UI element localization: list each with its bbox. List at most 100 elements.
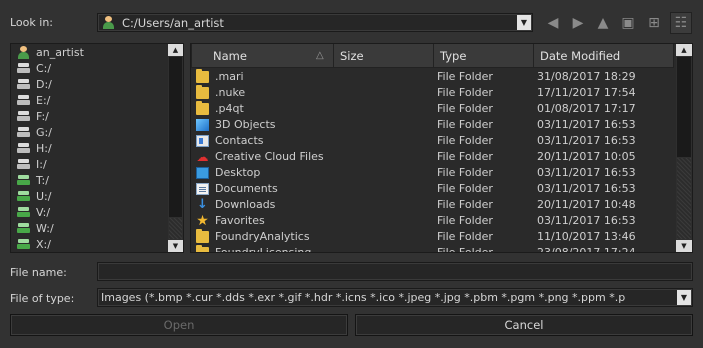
file-type-cell: File Folder (437, 150, 493, 163)
detail-view-icon[interactable]: ☷ (670, 12, 692, 34)
file-date-cell: 31/08/2017 18:29 (537, 70, 636, 83)
cancel-button[interactable]: Cancel (355, 314, 693, 336)
scroll-up-icon[interactable]: ▲ (168, 44, 183, 56)
file-name-cell: Desktop (215, 166, 261, 179)
favorites-icon: ★ (196, 213, 209, 229)
file-type-cell: File Folder (437, 118, 493, 131)
chevron-down-icon[interactable]: ▼ (517, 15, 531, 30)
file-type-select[interactable]: Images (*.bmp *.cur *.dds *.exr *.gif *.… (97, 288, 693, 307)
chevron-down-icon[interactable]: ▼ (677, 290, 691, 305)
sidebar-item[interactable]: U:/ (17, 189, 51, 205)
folder-icon (196, 85, 209, 99)
drive-icon (17, 79, 30, 89)
table-row[interactable]: 3D Objects File Folder 03/11/2017 16:53 (191, 117, 674, 133)
column-header-name[interactable]: Name △ (191, 44, 334, 68)
drive-icon (17, 127, 30, 137)
table-row[interactable]: .p4qt File Folder 01/08/2017 17:17 (191, 101, 674, 117)
contacts-icon (196, 135, 209, 147)
sidebar-item[interactable]: F:/ (17, 109, 49, 125)
file-name-cell: FoundryAnalytics (215, 230, 310, 243)
column-header-date[interactable]: Date Modified (534, 44, 674, 68)
new-folder-icon[interactable]: ▣ (619, 14, 637, 32)
table-row[interactable]: Desktop File Folder 03/11/2017 16:53 (191, 165, 674, 181)
open-button[interactable]: Open (10, 314, 348, 336)
file-name-cell: Downloads (215, 198, 276, 211)
table-row[interactable]: Contacts File Folder 03/11/2017 16:53 (191, 133, 674, 149)
drive-icon (17, 111, 30, 121)
network-drive-icon (17, 175, 30, 185)
folder-icon (196, 101, 209, 115)
file-name-label: File name: (10, 266, 67, 279)
scroll-thumb[interactable] (169, 57, 182, 217)
file-list-scrollbar[interactable]: ▲ ▼ (676, 44, 692, 252)
table-row[interactable]: ☁ Creative Cloud Files File Folder 20/11/20… (191, 149, 674, 165)
table-row[interactable]: .nuke File Folder 17/11/2017 17:54 (191, 85, 674, 101)
desktop-icon (196, 167, 209, 179)
sidebar-item-label: X:/ (36, 238, 51, 251)
file-date-cell: 03/11/2017 16:53 (537, 118, 636, 131)
network-drive-icon (17, 207, 30, 217)
drive-icon (17, 95, 30, 105)
back-icon[interactable]: ◀ (544, 14, 562, 32)
table-row[interactable]: FoundryLicensing File Folder 23/08/2017 17… (191, 245, 674, 252)
file-type-label: File of type: (10, 292, 75, 305)
scroll-up-icon[interactable]: ▲ (676, 44, 692, 56)
sidebar-item-label: D:/ (36, 78, 52, 91)
column-header-size[interactable]: Size (334, 44, 434, 68)
table-row[interactable]: .mari File Folder 31/08/2017 18:29 (191, 69, 674, 85)
sidebar-item[interactable]: X:/ (17, 237, 51, 252)
look-in-combo[interactable]: C:/Users/an_artist ▼ (97, 13, 533, 32)
file-name-input[interactable] (97, 262, 693, 281)
sidebar-item[interactable]: C:/ (17, 61, 51, 77)
file-name-cell: .p4qt (215, 102, 244, 115)
file-name-cell: Contacts (215, 134, 264, 147)
file-type-cell: File Folder (437, 182, 493, 195)
column-header-type[interactable]: Type (434, 44, 534, 68)
forward-icon[interactable]: ▶ (569, 14, 587, 32)
sidebar-item[interactable]: H:/ (17, 141, 52, 157)
folder-icon (196, 229, 209, 243)
look-in-path: C:/Users/an_artist (122, 16, 224, 30)
sidebar-item[interactable]: T:/ (17, 173, 49, 189)
sidebar-item-label: W:/ (36, 222, 54, 235)
sidebar-item-label: V:/ (36, 206, 51, 219)
file-name-cell: .nuke (215, 86, 246, 99)
sidebar-item-label: I:/ (36, 158, 47, 171)
network-drive-icon (17, 223, 30, 233)
list-view-icon[interactable]: ⊞ (645, 14, 663, 32)
file-type-cell: File Folder (437, 134, 493, 147)
up-folder-icon[interactable]: ▲ (594, 14, 612, 32)
file-type-cell: File Folder (437, 214, 493, 227)
drive-icon (17, 63, 30, 73)
file-type-cell: File Folder (437, 86, 493, 99)
file-list: Name △ Size Type Date Modified .mari File… (190, 43, 693, 253)
sidebar-item-label: G:/ (36, 126, 52, 139)
sidebar: an_artist C:/ D:/ E:/ F:/ G:/ H:/ I:/ T:/ U:/ V:/ W… (10, 43, 184, 253)
file-type-cell: File Folder (437, 102, 493, 115)
sidebar-scrollbar[interactable]: ▲ ▼ (168, 44, 183, 252)
sidebar-item[interactable]: I:/ (17, 157, 47, 173)
sidebar-item-label: E:/ (36, 94, 51, 107)
documents-icon (196, 183, 209, 195)
file-type-cell: File Folder (437, 70, 493, 83)
scroll-down-icon[interactable]: ▼ (676, 240, 692, 252)
scroll-down-icon[interactable]: ▼ (168, 240, 183, 252)
file-type-cell: File Folder (437, 230, 493, 243)
sidebar-item[interactable]: E:/ (17, 93, 50, 109)
sidebar-item[interactable]: W:/ (17, 221, 54, 237)
drive-icon (17, 159, 30, 169)
sidebar-item[interactable]: G:/ (17, 125, 52, 141)
file-date-cell: 03/11/2017 16:53 (537, 214, 636, 227)
downloads-icon: ↓ (197, 197, 208, 212)
table-row[interactable]: Documents File Folder 03/11/2017 16:53 (191, 181, 674, 197)
sidebar-item[interactable]: an_artist (17, 45, 84, 61)
table-row[interactable]: FoundryAnalytics File Folder 11/10/2017 13… (191, 229, 674, 245)
sidebar-item[interactable]: D:/ (17, 77, 52, 93)
scroll-thumb[interactable] (677, 57, 691, 157)
sort-ascending-icon: △ (316, 50, 324, 61)
table-row[interactable]: ↓ Downloads File Folder 20/11/2017 10:48 (191, 197, 674, 213)
table-row[interactable]: ★ Favorites File Folder 03/11/2017 16:53 (191, 213, 674, 229)
file-name-cell: Creative Cloud Files (215, 150, 324, 163)
sidebar-item[interactable]: V:/ (17, 205, 50, 221)
network-drive-icon (17, 239, 30, 249)
